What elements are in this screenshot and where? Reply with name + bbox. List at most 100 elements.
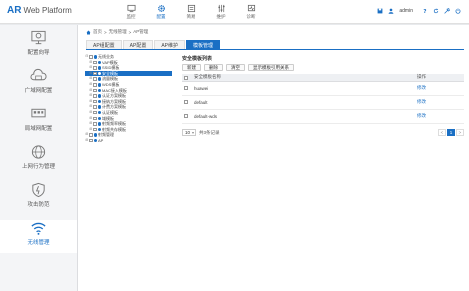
template-node-icon — [97, 94, 101, 98]
tree-checkbox[interactable] — [93, 77, 97, 81]
tree-checkbox[interactable] — [93, 71, 97, 76]
tree-checkbox[interactable] — [93, 60, 97, 65]
template-node-icon — [97, 122, 101, 126]
content-area: 安全模板列表 新建 删除 清空 显示模板引用关系 安全模板名称 操作 huawe… — [182, 55, 464, 137]
nav-simple[interactable]: 简易 — [176, 2, 206, 23]
brand-logo: AR Web Platform — [7, 5, 72, 16]
page-buttons: < 1 > — [438, 129, 464, 136]
tree-node-label: AP — [98, 137, 104, 143]
template-tree: ⊟ 无线业务 ⊞ VAP模板 ⊞ SSID模板 ⊞ 安全模板 ⊞ 流量模板 ⊞ WDS模板 ⊞ MAC接入… — [85, 54, 172, 144]
table-row: default 修改 — [182, 95, 464, 110]
template-node-icon — [97, 110, 101, 115]
monitor-icon — [126, 4, 136, 13]
top-bar: AR Web Platform 监控 配置 简易 维护 诊断 admin ? — [0, 0, 469, 24]
edit-link[interactable]: 修改 — [414, 81, 464, 96]
tree-checkbox[interactable] — [93, 122, 97, 126]
template-node-icon — [97, 83, 101, 87]
template-node-icon — [97, 77, 101, 81]
nav-monitor[interactable]: 监控 — [116, 2, 146, 23]
sidebar-item-wan[interactable]: 广域网配置 — [0, 68, 77, 101]
sidebar-item-wizard[interactable]: 配置向导 — [0, 30, 77, 63]
row-checkbox[interactable] — [184, 86, 188, 91]
home-icon[interactable] — [86, 30, 91, 35]
table-header-row: 安全模板名称 操作 — [182, 74, 464, 82]
row-checkbox[interactable] — [184, 114, 188, 119]
page-1-button[interactable]: 1 — [447, 129, 455, 136]
user-icon — [388, 8, 394, 14]
template-node-icon — [97, 127, 101, 132]
settings-icon[interactable] — [444, 8, 450, 14]
clear-button[interactable]: 清空 — [226, 64, 245, 71]
template-table: 安全模板名称 操作 huawei 修改 default 修改 default-w… — [182, 74, 464, 124]
tree-checkbox[interactable] — [93, 94, 97, 98]
row-checkbox[interactable] — [184, 100, 188, 105]
nav-label: 配置 — [156, 14, 166, 19]
tree-checkbox[interactable] — [93, 99, 97, 104]
nav-label: 简易 — [186, 14, 196, 19]
show-references-button[interactable]: 显示模板引用关系 — [248, 64, 294, 71]
template-name: default — [191, 95, 414, 110]
username[interactable]: admin — [399, 8, 413, 14]
tree-checkbox[interactable] — [93, 83, 97, 87]
breadcrumb-home[interactable]: 首页 — [93, 29, 102, 35]
template-node-icon — [93, 55, 97, 59]
sidebar-label: 上网行为管理 — [21, 164, 55, 170]
sidebar-label: 无线管理 — [27, 240, 50, 246]
delete-button[interactable]: 删除 — [204, 64, 223, 71]
template-node-icon — [97, 60, 101, 65]
sidebar-item-wireless[interactable]: 无线管理 — [0, 220, 77, 253]
tree-checkbox[interactable] — [89, 138, 93, 143]
tree-checkbox[interactable] — [89, 55, 93, 59]
col-operation: 操作 — [414, 74, 464, 82]
tree-checkbox[interactable] — [93, 110, 97, 115]
template-node-icon — [93, 133, 97, 137]
sidebar-label: 局域网配置 — [24, 126, 53, 132]
nav-maintain[interactable]: 维护 — [206, 2, 236, 23]
prev-page-button[interactable]: < — [438, 129, 446, 136]
wizard-icon — [31, 30, 46, 45]
tab-bar: AP组配置 AP配置 AP维护 模板管理 — [86, 40, 464, 50]
refresh-icon[interactable] — [433, 8, 439, 14]
row-check-cell — [182, 109, 191, 124]
nav-label: 诊断 — [246, 14, 256, 19]
edit-link[interactable]: 修改 — [414, 109, 464, 124]
template-node-icon — [97, 99, 101, 104]
template-node-icon — [97, 88, 101, 93]
tree-checkbox[interactable] — [93, 88, 97, 93]
logout-icon[interactable] — [455, 8, 461, 14]
sidebar-item-defense[interactable]: 攻击防范 — [0, 182, 77, 215]
next-page-button[interactable]: > — [456, 129, 464, 136]
tree-checkbox[interactable] — [93, 66, 97, 70]
top-nav: 监控 配置 简易 维护 诊断 — [116, 2, 266, 23]
template-name: huawei — [191, 81, 414, 96]
tools-icon — [187, 4, 195, 13]
toolbar: 新建 删除 清空 显示模板引用关系 — [182, 64, 464, 71]
sidebar-item-lan[interactable]: 局域网配置 — [0, 106, 77, 139]
nav-config[interactable]: 配置 — [146, 2, 176, 23]
new-button[interactable]: 新建 — [182, 64, 201, 71]
template-node-icon — [97, 66, 101, 70]
tree-checkbox[interactable] — [89, 133, 93, 137]
section-title: 安全模板列表 — [182, 56, 213, 62]
help-icon[interactable]: ? — [422, 8, 428, 14]
save-icon[interactable] — [377, 8, 383, 14]
edit-link[interactable]: 修改 — [414, 95, 464, 110]
tab-ap-group-config[interactable]: AP组配置 — [86, 40, 122, 49]
select-all-checkbox[interactable] — [184, 75, 188, 80]
tab-ap-config[interactable]: AP配置 — [122, 40, 154, 49]
tab-template-manage[interactable]: 模板管理 — [186, 40, 221, 49]
tree-checkbox[interactable] — [93, 116, 97, 121]
breadcrumb-wireless[interactable]: 无线管理 — [109, 29, 127, 35]
total-records: 共3条记录 — [199, 129, 220, 135]
sidebar-label: 广域网配置 — [24, 88, 53, 94]
nav-diagnose[interactable]: 诊断 — [236, 2, 266, 23]
tree-checkbox[interactable] — [93, 127, 97, 132]
tab-ap-maintain[interactable]: AP维护 — [154, 40, 186, 49]
tree-checkbox[interactable] — [93, 105, 97, 109]
tree-node[interactable]: ⊞ AP — [85, 138, 172, 144]
sidebar-label: 攻击防范 — [27, 202, 50, 208]
top-right-tools: admin ? — [377, 8, 461, 14]
gear-icon — [157, 5, 165, 12]
page-size-select[interactable]: 10 — [182, 129, 196, 136]
sidebar-item-behavior[interactable]: 上网行为管理 — [0, 144, 77, 177]
